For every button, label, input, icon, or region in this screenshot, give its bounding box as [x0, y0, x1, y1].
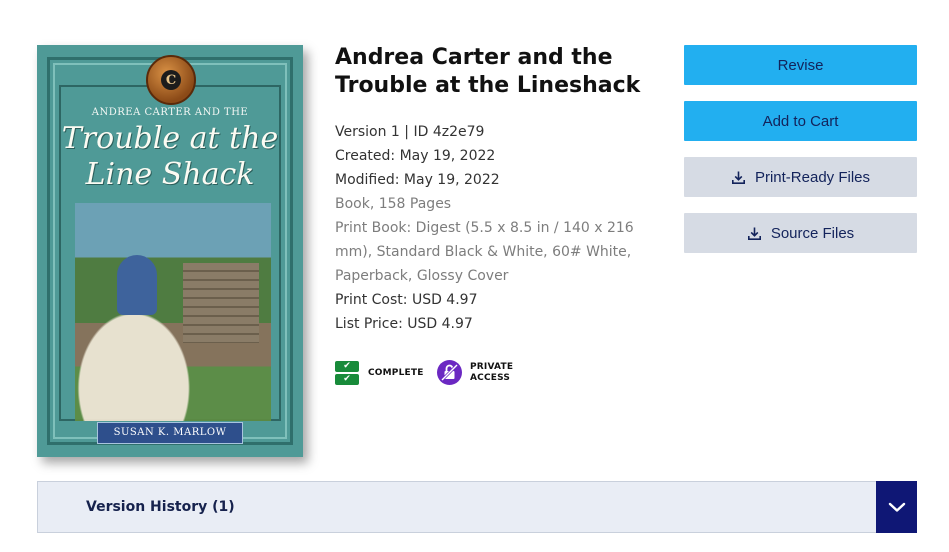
version-history-toggle[interactable]	[876, 481, 917, 533]
cover-figure	[117, 255, 157, 315]
checklist-icon: ✔ ✔	[335, 360, 359, 386]
source-files-label: Source Files	[770, 224, 855, 242]
revise-button[interactable]: Revise	[684, 45, 917, 85]
print-ready-files-button[interactable]: Print-Ready Files	[684, 157, 917, 197]
version-history-accordion[interactable]: Version History (1)	[37, 481, 917, 533]
cover-title-line2: Line Shack	[85, 157, 255, 192]
add-to-cart-button[interactable]: Add to Cart	[684, 101, 917, 141]
modified-date: Modified: May 19, 2022	[335, 172, 500, 188]
print-cost: Print Cost: USD 4.97	[335, 292, 478, 308]
revise-label: Revise	[777, 56, 824, 74]
download-icon	[747, 226, 762, 241]
private-label-line1: PRIVATE	[470, 361, 514, 372]
chevron-down-icon	[888, 498, 906, 517]
cover-title: Trouble at the Line Shack	[37, 121, 303, 193]
book-details: Version 1 | ID 4z2e79 Created: May 19, 2…	[335, 120, 655, 336]
cover-cabin	[183, 263, 259, 343]
private-label-line2: ACCESS	[470, 372, 511, 383]
source-files-button[interactable]: Source Files	[684, 213, 917, 253]
book-cover-image: C ANDREA CARTER AND THE Trouble at the L…	[37, 45, 303, 457]
list-price: List Price: USD 4.97	[335, 316, 473, 332]
book-format: Book, 158 Pages	[335, 196, 452, 212]
created-date: Created: May 19, 2022	[335, 148, 496, 164]
version-id: Version 1 | ID 4z2e79	[335, 124, 485, 140]
download-icon	[731, 170, 746, 185]
cover-artwork	[75, 203, 271, 421]
book-title: Andrea Carter and the Trouble at the Lin…	[335, 45, 641, 98]
print-ready-files-label: Print-Ready Files	[754, 168, 871, 186]
version-history-label: Version History (1)	[86, 499, 235, 515]
complete-badge: ✔ ✔ COMPLETE	[335, 360, 424, 386]
complete-label: COMPLETE	[368, 367, 424, 378]
cover-seal-letter: C	[161, 70, 181, 90]
private-access-badge: PRIVATE ACCESS	[437, 360, 513, 385]
print-spec: Print Book: Digest (5.5 x 8.5 in / 140 x…	[335, 220, 634, 284]
private-access-icon	[437, 360, 462, 385]
cover-series-seal: C	[146, 55, 196, 105]
cover-title-line1: Trouble at the	[61, 121, 279, 156]
add-to-cart-label: Add to Cart	[762, 112, 839, 130]
cover-author: SUSAN K. MARLOW	[97, 422, 243, 444]
private-access-label: PRIVATE ACCESS	[470, 362, 513, 384]
cover-series-line: ANDREA CARTER AND THE	[91, 107, 249, 118]
